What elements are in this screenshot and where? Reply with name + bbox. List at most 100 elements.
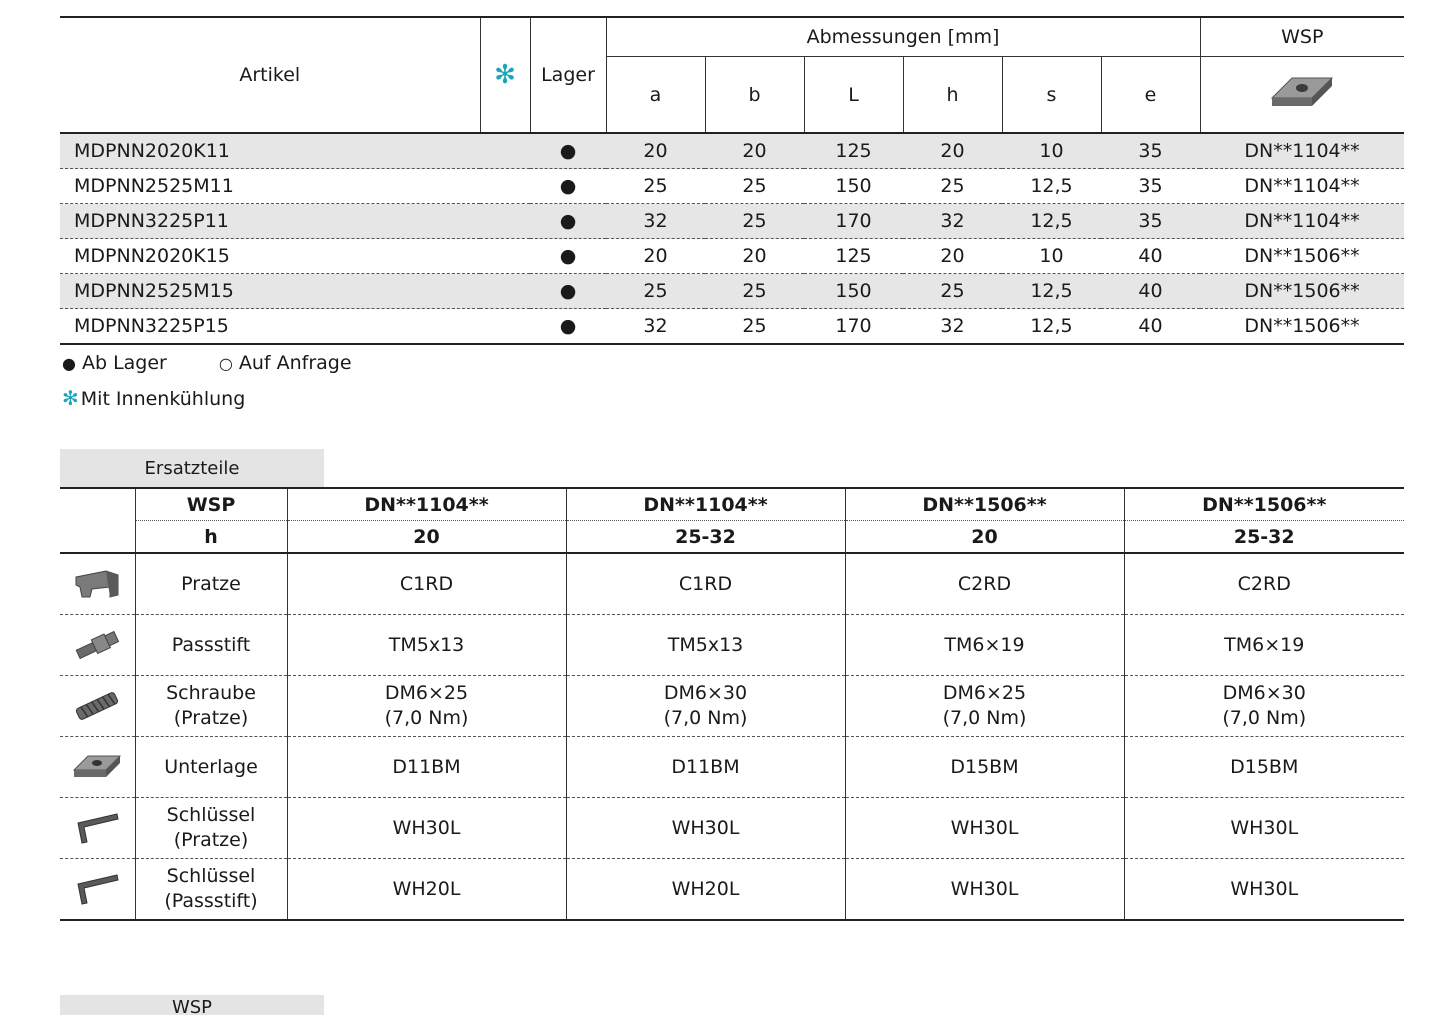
header-dim-a: a <box>605 56 705 133</box>
dim-b-cell: 25 <box>705 168 804 204</box>
part-name: Schlüssel (Pratze) <box>134 797 287 859</box>
part-value: WH30L <box>844 797 1124 859</box>
table-row: MDPNN2525M11 ● 25 25 150 25 12,5 35 DN**1104** <box>60 168 1405 204</box>
stock-dot: ● <box>530 238 606 274</box>
stock-dot: ● <box>530 203 606 239</box>
part-name: Schlüssel (Passstift) <box>134 858 287 921</box>
article-code: MDPNN2525M15 <box>60 273 530 309</box>
part-value: TM6×19 <box>1123 614 1404 676</box>
dim-h-cell: 20 <box>903 132 1002 169</box>
header-lager: Lager <box>529 16 606 133</box>
dim-a-cell: 32 <box>606 203 705 239</box>
header-wsp: WSP <box>1199 16 1405 57</box>
dim-L-cell: 170 <box>804 203 903 239</box>
legend-cooling-label: Mit Innenkühlung <box>80 388 246 410</box>
dim-s-cell: 10 <box>1002 238 1101 274</box>
dim-e-cell: 40 <box>1101 273 1201 309</box>
part-value: TM6×19 <box>844 614 1124 676</box>
legend-ab-lager: Ab Lager <box>81 352 167 374</box>
part-value: TM5x13 <box>565 614 845 676</box>
header-dim-e: e <box>1100 56 1201 133</box>
dim-a-cell: 20 <box>606 238 705 274</box>
spare-col-wsp: DN**1506** <box>1123 487 1404 521</box>
dim-b-cell: 25 <box>705 273 804 309</box>
wsp-cell: DN**1506** <box>1200 308 1405 345</box>
table-row: MDPNN2020K15 ● 20 20 125 20 10 40 DN**1506** <box>60 238 1405 274</box>
legend-stock: ● Ab Lager ○ Auf Anfrage <box>62 352 358 374</box>
table-row: Pratze C1RD C1RD C2RD C2RD <box>60 552 1404 615</box>
article-code: MDPNN2020K11 <box>60 132 530 169</box>
spare-col-h: 20 <box>844 520 1124 553</box>
cooling-icon: ✻ <box>62 386 79 410</box>
header-cooling-icon: ✻ <box>479 16 530 133</box>
dim-s-cell: 12,5 <box>1002 273 1101 309</box>
dim-b-cell: 25 <box>705 203 804 239</box>
spare-col-h: 25-32 <box>1123 520 1404 553</box>
article-code: MDPNN3225P11 <box>60 203 530 239</box>
dim-s-cell: 10 <box>1002 132 1101 169</box>
hex-key-icon <box>60 872 135 906</box>
part-value: C1RD <box>565 552 845 615</box>
wsp-cell: DN**1506** <box>1200 273 1405 309</box>
wsp-cell: DN**1506** <box>1200 238 1405 274</box>
article-code: MDPNN2525M11 <box>60 168 530 204</box>
table-row: Unterlage D11BM D11BM D15BM D15BM <box>60 736 1404 798</box>
table-row: MDPNN2525M15 ● 25 25 150 25 12,5 40 DN**1506** <box>60 273 1405 309</box>
header-dim-s: s <box>1001 56 1101 133</box>
pin-icon <box>60 628 135 662</box>
dim-a-cell: 32 <box>606 308 705 345</box>
part-value: WH30L <box>286 797 566 859</box>
legend-auf-anfrage: Auf Anfrage <box>238 352 352 374</box>
header-artikel: Artikel <box>60 16 480 133</box>
dim-L-cell: 125 <box>804 238 903 274</box>
part-value: DM6×30 (7,0 Nm) <box>565 675 845 737</box>
spare-header-wsp: WSP <box>134 487 287 521</box>
dim-L-cell: 125 <box>804 132 903 169</box>
dim-b-cell: 20 <box>705 132 804 169</box>
dim-s-cell: 12,5 <box>1002 203 1101 239</box>
part-value: DM6×25 (7,0 Nm) <box>844 675 1124 737</box>
dim-h-cell: 25 <box>903 168 1002 204</box>
part-value: WH20L <box>565 858 845 921</box>
wsp-cell: DN**1104** <box>1200 203 1405 239</box>
table-row: Schlüssel (Passstift) WH20L WH20L WH30L WH30L <box>60 858 1404 921</box>
part-value: C1RD <box>286 552 566 615</box>
stock-dot: ● <box>530 132 606 169</box>
dim-a-cell: 20 <box>606 132 705 169</box>
header-dim-h: h <box>902 56 1002 133</box>
clamp-icon <box>60 567 135 601</box>
part-value: D11BM <box>565 736 845 798</box>
table-row: MDPNN3225P11 ● 32 25 170 32 12,5 35 DN**1104** <box>60 203 1405 239</box>
part-value: D15BM <box>844 736 1124 798</box>
part-value: DM6×30 (7,0 Nm) <box>1123 675 1404 737</box>
dim-h-cell: 20 <box>903 238 1002 274</box>
dim-h-cell: 32 <box>903 308 1002 345</box>
spare-col-h: 20 <box>286 520 566 553</box>
wsp-cell: DN**1104** <box>1200 168 1405 204</box>
legend-cooling: ✻ Mit Innenkühlung <box>62 386 251 410</box>
dim-b-cell: 25 <box>705 308 804 345</box>
dim-e-cell: 35 <box>1101 168 1201 204</box>
legend-ab-lager-symbol: ● <box>62 354 76 373</box>
table-row: Schlüssel (Pratze) WH30L WH30L WH30L WH30L <box>60 797 1404 859</box>
dim-s-cell: 12,5 <box>1002 168 1101 204</box>
part-value: WH30L <box>565 797 845 859</box>
stock-dot: ● <box>530 168 606 204</box>
table-row: Passstift TM5x13 TM5x13 TM6×19 TM6×19 <box>60 614 1404 676</box>
shim-icon <box>60 750 135 784</box>
part-name: Unterlage <box>134 736 287 798</box>
part-value: WH30L <box>844 858 1124 921</box>
part-name: Passstift <box>134 614 287 676</box>
part-value: WH30L <box>1123 858 1404 921</box>
table-row: Schraube (Pratze) DM6×25 (7,0 Nm) DM6×30 (7,0… <box>60 675 1404 737</box>
dim-h-cell: 32 <box>903 203 1002 239</box>
dim-s-cell: 12,5 <box>1002 308 1101 345</box>
dim-e-cell: 35 <box>1101 132 1201 169</box>
part-value: C2RD <box>844 552 1124 615</box>
spare-col-wsp: DN**1506** <box>844 487 1124 521</box>
spare-col-wsp: DN**1104** <box>286 487 566 521</box>
dim-e-cell: 40 <box>1101 308 1201 345</box>
screw-icon <box>60 689 135 723</box>
part-value: D11BM <box>286 736 566 798</box>
dim-e-cell: 40 <box>1101 238 1201 274</box>
